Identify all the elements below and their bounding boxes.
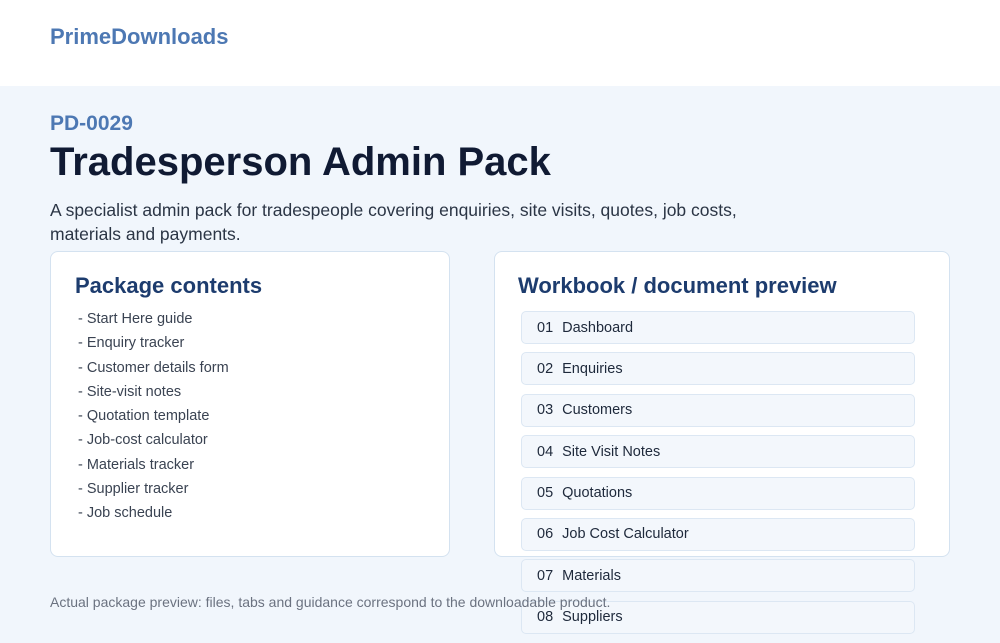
brand-logo-link[interactable]: PrimeDownloads xyxy=(50,24,228,50)
list-item: - Job schedule xyxy=(78,505,173,522)
sheet-number: 06 xyxy=(537,526,554,543)
sheet-item-enquiries[interactable]: 02 Enquiries xyxy=(521,352,915,386)
sheet-list: 01 Dashboard 02 Enquiries 03 Customers 04 Si… xyxy=(521,311,915,642)
package-contents-heading: Package contents xyxy=(75,273,263,298)
sheet-number: 03 xyxy=(537,402,554,419)
page-title: Tradesperson Admin Pack xyxy=(50,140,551,184)
sheet-item-customers[interactable]: 03 Customers xyxy=(521,393,915,427)
sheet-number: 07 xyxy=(537,567,554,584)
list-item: - Start Here guide xyxy=(78,311,193,327)
list-item: - Site-visit notes xyxy=(78,383,182,400)
sheet-number: 08 xyxy=(537,609,554,626)
list-item: - Quotation template xyxy=(78,408,210,425)
sheet-number: 04 xyxy=(537,443,554,460)
sheet-item-materials[interactable]: 07 Materials xyxy=(521,559,915,593)
sheet-name: Quotations xyxy=(562,485,633,502)
sheet-name: Job Cost Calculator xyxy=(562,526,689,543)
sheet-name: Suppliers xyxy=(562,609,623,626)
sheet-name: Site Visit Notes xyxy=(562,443,661,460)
sheet-number: 02 xyxy=(537,360,554,377)
list-item: - Materials tracker xyxy=(78,456,195,473)
list-item: - Customer details form xyxy=(78,359,229,376)
package-contents-list: - Start Here guide - Enquiry tracker - C… xyxy=(78,307,229,526)
top-bar: PrimeDownloads xyxy=(0,0,1000,86)
package-contents-card: Package contents - Start Here guide - En… xyxy=(50,251,450,557)
product-code: PD-0029 xyxy=(50,112,133,135)
sheet-item-job-cost-calculator[interactable]: 06 Job Cost Calculator xyxy=(521,517,915,551)
sheet-name: Materials xyxy=(562,567,621,584)
list-item: - Supplier tracker xyxy=(78,481,189,498)
sheet-item-dashboard[interactable]: 01 Dashboard xyxy=(521,311,915,344)
sheet-name: Enquiries xyxy=(562,360,623,377)
sheet-name: Customers xyxy=(562,402,633,419)
sheet-number: 05 xyxy=(537,485,554,502)
list-item: - Enquiry tracker xyxy=(78,335,185,352)
sheet-item-quotations[interactable]: 05 Quotations xyxy=(521,476,915,510)
list-item: - Job-cost calculator xyxy=(78,432,208,449)
preview-footnote: Actual package preview: files, tabs and … xyxy=(50,594,611,610)
preview-heading: Workbook / document preview xyxy=(518,273,837,298)
product-description: A specialist admin pack for tradespeople… xyxy=(50,200,737,244)
sheet-item-site-visit-notes[interactable]: 04 Site Visit Notes xyxy=(521,435,915,469)
sheet-number: 01 xyxy=(537,319,554,336)
sheet-name: Dashboard xyxy=(562,319,634,336)
